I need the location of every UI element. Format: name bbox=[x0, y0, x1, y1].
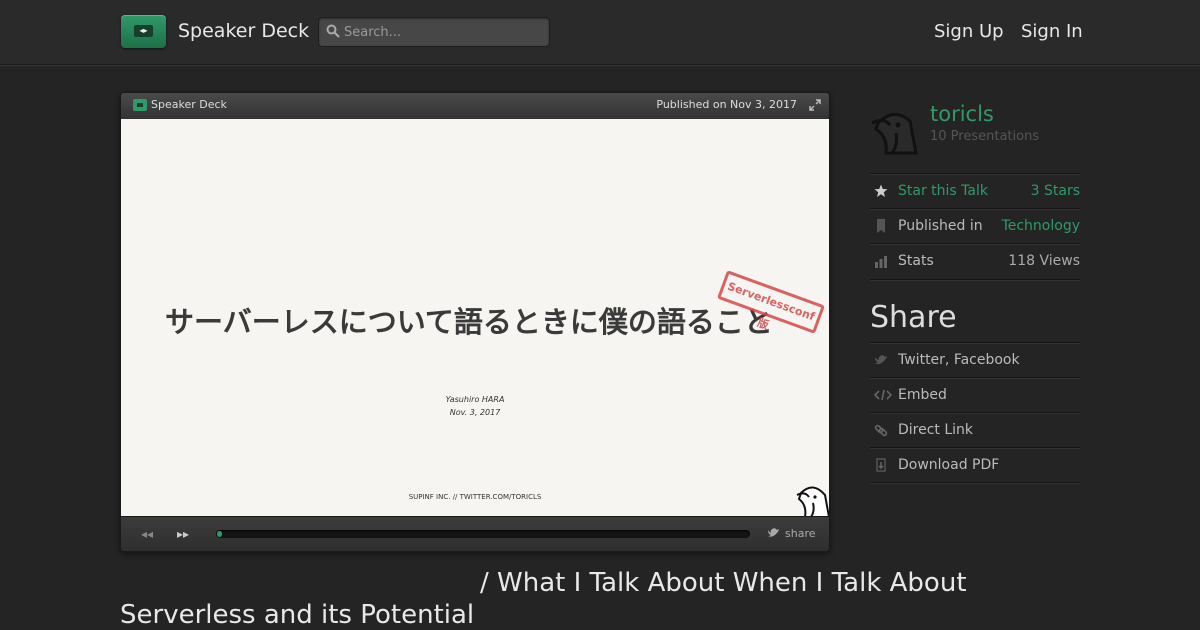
share-label: share bbox=[785, 527, 816, 540]
player-brand: Speaker Deck bbox=[151, 98, 227, 111]
direct-link-row[interactable]: Direct Link bbox=[870, 412, 1080, 447]
share-social-row[interactable]: Twitter, Facebook bbox=[870, 342, 1080, 377]
divider bbox=[870, 482, 1080, 483]
download-pdf-row[interactable]: Download PDF bbox=[870, 447, 1080, 482]
search-box bbox=[318, 17, 550, 47]
sign-in-link[interactable]: Sign In bbox=[1021, 21, 1083, 42]
star-count: 3 Stars bbox=[1030, 183, 1080, 199]
talk-title: / What I Talk About When I Talk About Se… bbox=[120, 568, 967, 630]
download-icon bbox=[876, 458, 886, 472]
expand-icon[interactable] bbox=[809, 99, 821, 111]
site-header: ◂▸ Speaker Deck Sign Up Sign In bbox=[0, 0, 1200, 65]
progress-fill bbox=[217, 531, 223, 537]
published-in-label: Published in bbox=[898, 218, 983, 234]
link-icon bbox=[874, 424, 888, 437]
sign-up-link[interactable]: Sign Up bbox=[934, 21, 1004, 42]
code-icon bbox=[874, 389, 892, 401]
star-talk-row[interactable]: Star this Talk 3 Stars bbox=[870, 173, 1080, 208]
bird-icon bbox=[768, 528, 779, 537]
slide-player: Speaker Deck Published on Nov 3, 2017 サー… bbox=[120, 92, 830, 552]
star-icon bbox=[874, 184, 888, 197]
user-name-link[interactable]: toricls bbox=[930, 102, 994, 126]
share-social-link[interactable]: Twitter, Facebook bbox=[898, 352, 1020, 368]
slide-view[interactable]: サーバーレスについて語るときに僕の語ること Serverlessconf 版 Y… bbox=[121, 119, 829, 517]
user-avatar[interactable] bbox=[870, 105, 920, 155]
penguin-mascot-icon bbox=[796, 486, 829, 517]
divider bbox=[870, 279, 1080, 280]
bird-icon bbox=[875, 355, 887, 365]
share-heading: Share bbox=[870, 300, 957, 335]
stats-label: Stats bbox=[898, 253, 934, 269]
search-icon bbox=[326, 24, 340, 38]
player-controls: ◂◂ ▸▸ share bbox=[121, 516, 829, 551]
direct-link[interactable]: Direct Link bbox=[898, 422, 973, 438]
brand-name[interactable]: Speaker Deck bbox=[178, 20, 309, 42]
next-slide-icon[interactable]: ▸▸ bbox=[177, 527, 193, 541]
stats-row[interactable]: Stats 118 Views bbox=[870, 243, 1080, 278]
search-input[interactable] bbox=[344, 18, 544, 46]
speaker-deck-logo[interactable]: ◂▸ bbox=[121, 15, 166, 48]
bar-chart-icon bbox=[875, 256, 887, 268]
slide-author: Yasuhiro HARA bbox=[445, 395, 505, 404]
bookmark-icon bbox=[877, 219, 885, 233]
previous-slide-icon[interactable]: ◂◂ bbox=[141, 527, 157, 541]
published-date: Published on Nov 3, 2017 bbox=[656, 98, 797, 111]
category-link[interactable]: Technology bbox=[1002, 218, 1080, 234]
logo-icon: ◂▸ bbox=[134, 25, 153, 37]
view-count: 118 Views bbox=[1008, 253, 1080, 269]
speaker-deck-mini-logo-icon bbox=[133, 99, 147, 111]
star-talk-link[interactable]: Star this Talk bbox=[898, 183, 988, 199]
download-pdf-link[interactable]: Download PDF bbox=[898, 457, 999, 473]
presentation-count: 10 Presentations bbox=[930, 129, 1040, 144]
slide-title: サーバーレスについて語るときに僕の語ること bbox=[165, 305, 773, 339]
slide-date: Nov. 3, 2017 bbox=[449, 408, 501, 417]
published-in-row: Published in Technology bbox=[870, 208, 1080, 243]
player-title-bar: Speaker Deck Published on Nov 3, 2017 bbox=[121, 93, 829, 119]
embed-link[interactable]: Embed bbox=[898, 387, 947, 403]
embed-row[interactable]: Embed bbox=[870, 377, 1080, 412]
slide-footer: SUPINF INC. // TWITTER.COM/TORICLS bbox=[408, 493, 542, 501]
slide-progress-bar[interactable] bbox=[216, 530, 750, 538]
